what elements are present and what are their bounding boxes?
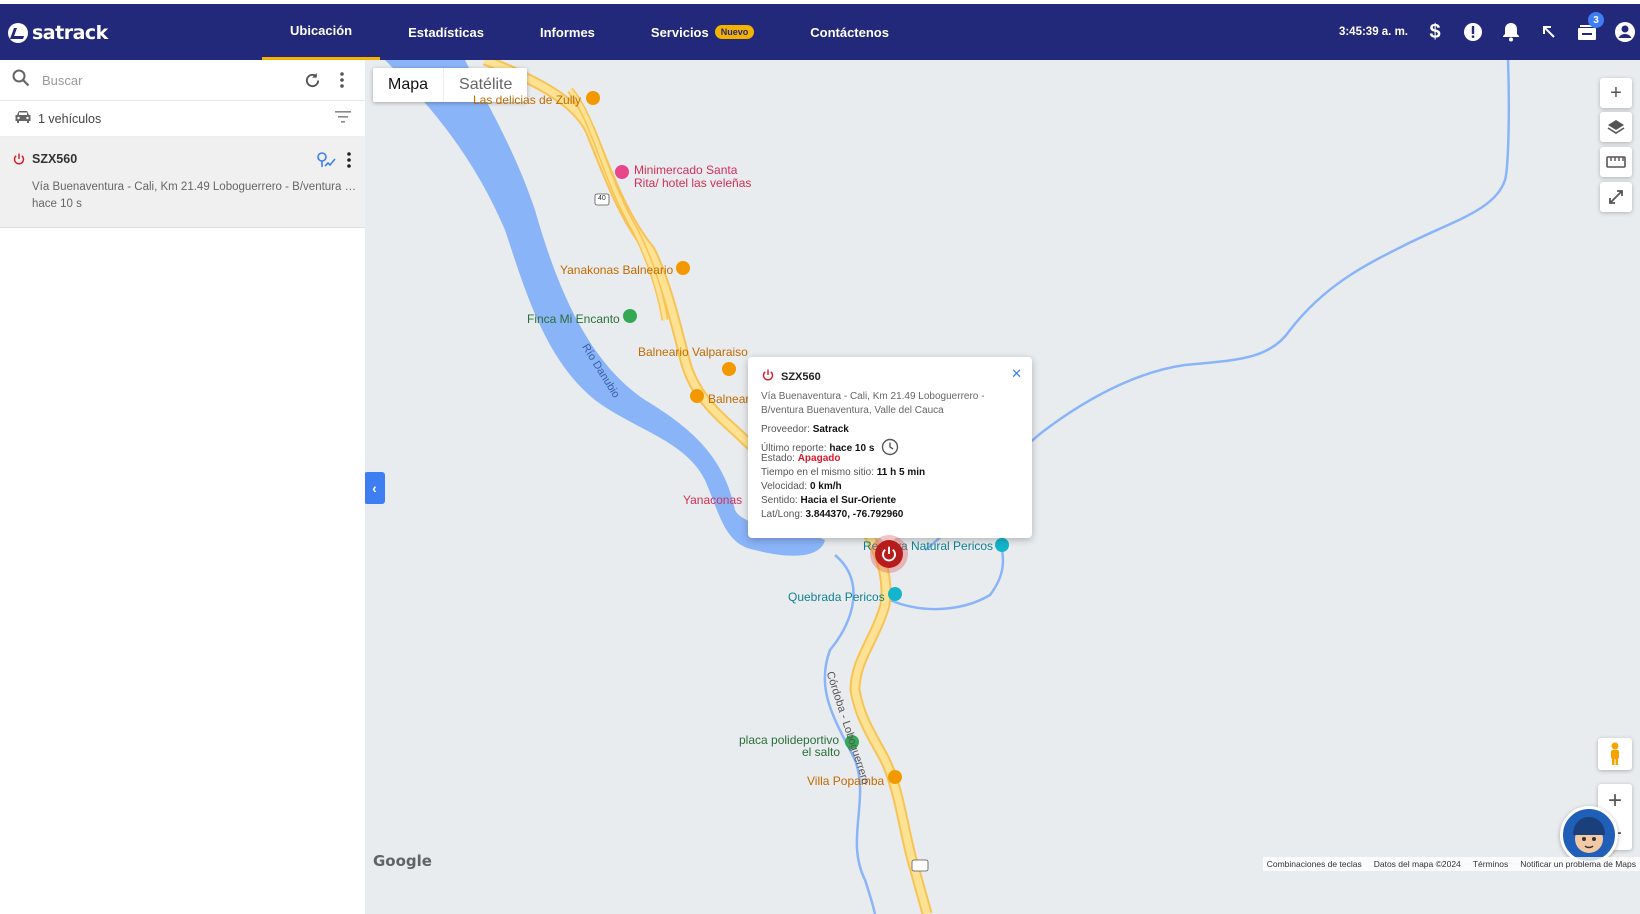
dollar-icon[interactable]: $ (1424, 21, 1446, 43)
map-type-map-button[interactable]: Mapa (373, 68, 443, 102)
nav-label: Contáctenos (810, 24, 889, 40)
value: 3.844370, -76.792960 (805, 509, 904, 520)
attribution-link[interactable]: Notificar un problema de Maps (1520, 859, 1636, 869)
label: Proveedor: (761, 424, 810, 435)
top-navigation-bar: satrack Ubicación Estadísticas Informes … (0, 4, 1640, 60)
search-icon (12, 69, 30, 92)
popup-status-row: Estado: Apagado (761, 453, 840, 464)
nav-label: Estadísticas (408, 24, 484, 40)
map-canvas[interactable]: Mapa Satélite Las delicias de Zully Mini… (365, 60, 1640, 914)
poi-label[interactable]: Quebrada Pericos (788, 591, 885, 604)
vehicle-marker[interactable] (875, 540, 903, 568)
vehicle-count-row: 1 vehículos (0, 101, 365, 137)
attribution-text: Datos del mapa ©2024 (1373, 859, 1461, 869)
collapse-sidebar-button[interactable]: ‹ (365, 472, 385, 504)
nav-label: Servicios (650, 24, 709, 40)
alert-icon[interactable] (1462, 21, 1484, 43)
vehicle-sidebar: 1 vehículos SZX560 Vía Buenaventura - Ca… (0, 60, 366, 914)
nav-tab-contactenos[interactable]: Contáctenos (782, 4, 917, 60)
user-account-icon[interactable] (1614, 21, 1636, 43)
value: 0 km/h (809, 481, 842, 492)
filter-icon[interactable] (335, 111, 351, 126)
attribution-link[interactable]: Combinaciones de teclas (1267, 859, 1362, 869)
popup-header: SZX560 (762, 369, 821, 384)
vehicle-last-report: hace 10 s (32, 198, 82, 210)
popup-same-place-row: Tiempo en el mismo sitio: 11 h 5 min (761, 467, 925, 478)
vehicle-plate: SZX560 (32, 152, 78, 166)
poi-label[interactable]: Balneario Valparaiso (638, 346, 748, 359)
layers-icon[interactable] (1600, 112, 1632, 142)
popup-latlong-row: Lat/Long: 3.844370, -76.792960 (761, 509, 903, 520)
fullscreen-icon[interactable] (1600, 182, 1632, 212)
label: Lat/Long: (761, 509, 803, 520)
poi-label[interactable]: Balnear (708, 393, 749, 406)
main-nav: Ubicación Estadísticas Informes Servicio… (262, 4, 917, 60)
poi-label[interactable]: Finca Mi Encanto (527, 313, 620, 326)
satrack-logo-icon (8, 23, 28, 43)
header-tools: 3:45:39 a. m. $ 3 (1339, 4, 1640, 60)
new-badge: Nuevo (714, 25, 755, 39)
support-assistant-avatar[interactable] (1560, 806, 1618, 864)
google-logo: Google (373, 852, 432, 870)
popup-direction-row: Sentido: Hacia el Sur-Oriente (761, 495, 896, 506)
value: Apagado (797, 453, 841, 464)
poi-label[interactable]: Rita/ hotel las veleñas (634, 177, 751, 190)
label: Estado: (761, 453, 795, 464)
power-off-icon (13, 152, 25, 170)
power-off-icon (762, 369, 774, 384)
poi-label[interactable]: Villa Popamba (807, 775, 884, 788)
poi-label[interactable]: Las delicias de Zully (473, 94, 581, 107)
popup-address: Vía Buenaventura - Cali, Km 21.49 Lobogu… (761, 391, 985, 416)
clock-icon[interactable] (881, 438, 899, 459)
value: Satrack (812, 424, 849, 435)
bell-icon[interactable] (1500, 21, 1522, 43)
clock: 3:45:39 a. m. (1338, 26, 1408, 38)
vehicle-list-item[interactable]: SZX560 Vía Buenaventura - Cali, Km 21.49… (0, 137, 365, 228)
nav-label: Informes (540, 24, 595, 40)
label: Velocidad: (761, 481, 808, 492)
arrow-up-left-icon[interactable] (1538, 21, 1560, 43)
vehicle-options-icon[interactable] (347, 152, 351, 173)
nav-label: Ubicación (290, 23, 353, 38)
map-attribution: Combinaciones de teclas Datos del mapa ©… (1262, 857, 1640, 871)
satrack-logo[interactable]: satrack (8, 22, 108, 44)
value: Hacia el Sur-Oriente (800, 495, 897, 506)
nav-tab-informes[interactable]: Informes (512, 4, 623, 60)
nav-tab-servicios[interactable]: Servicios Nuevo (623, 4, 782, 60)
value: 11 h 5 min (876, 467, 926, 478)
plus-tool-button[interactable]: + (1600, 78, 1632, 108)
more-options-icon[interactable] (327, 65, 357, 95)
search-input[interactable] (40, 71, 297, 89)
search-bar (0, 60, 365, 101)
label: Sentido: (761, 495, 798, 506)
vehicle-info-popup: SZX560 ✕ Vía Buenaventura - Cali, Km 21.… (748, 357, 1032, 546)
popup-plate: SZX560 (781, 370, 821, 383)
refresh-icon[interactable] (297, 65, 327, 95)
attribution-link[interactable]: Términos (1473, 859, 1508, 869)
poi-label[interactable]: Yanakonas Balneario (560, 264, 673, 277)
label: Tiempo en el mismo sitio: (761, 467, 874, 478)
poi-label[interactable]: el salto (802, 746, 840, 759)
route-icon[interactable] (316, 151, 336, 174)
poi-label[interactable]: Yanaconas (683, 494, 742, 507)
inbox-count-badge: 3 (1588, 12, 1604, 28)
power-off-icon (882, 546, 896, 562)
nav-tab-estadisticas[interactable]: Estadísticas (380, 4, 512, 60)
vehicle-address: Vía Buenaventura - Cali, Km 21.49 Lobogu… (32, 181, 357, 193)
popup-provider-row: Proveedor: Satrack (761, 424, 849, 435)
logo-text: satrack (32, 22, 108, 44)
inbox-icon[interactable]: 3 (1576, 12, 1604, 43)
vehicle-count-label: 1 vehículos (38, 111, 102, 126)
popup-close-icon[interactable]: ✕ (1011, 366, 1022, 382)
car-icon (14, 110, 32, 127)
ruler-icon[interactable] (1600, 147, 1632, 177)
popup-speed-row: Velocidad: 0 km/h (761, 481, 842, 492)
street-view-pegman-icon[interactable] (1598, 738, 1632, 770)
nav-tab-ubicacion[interactable]: Ubicación (262, 4, 381, 60)
route-shield-label: 40 (598, 195, 606, 202)
